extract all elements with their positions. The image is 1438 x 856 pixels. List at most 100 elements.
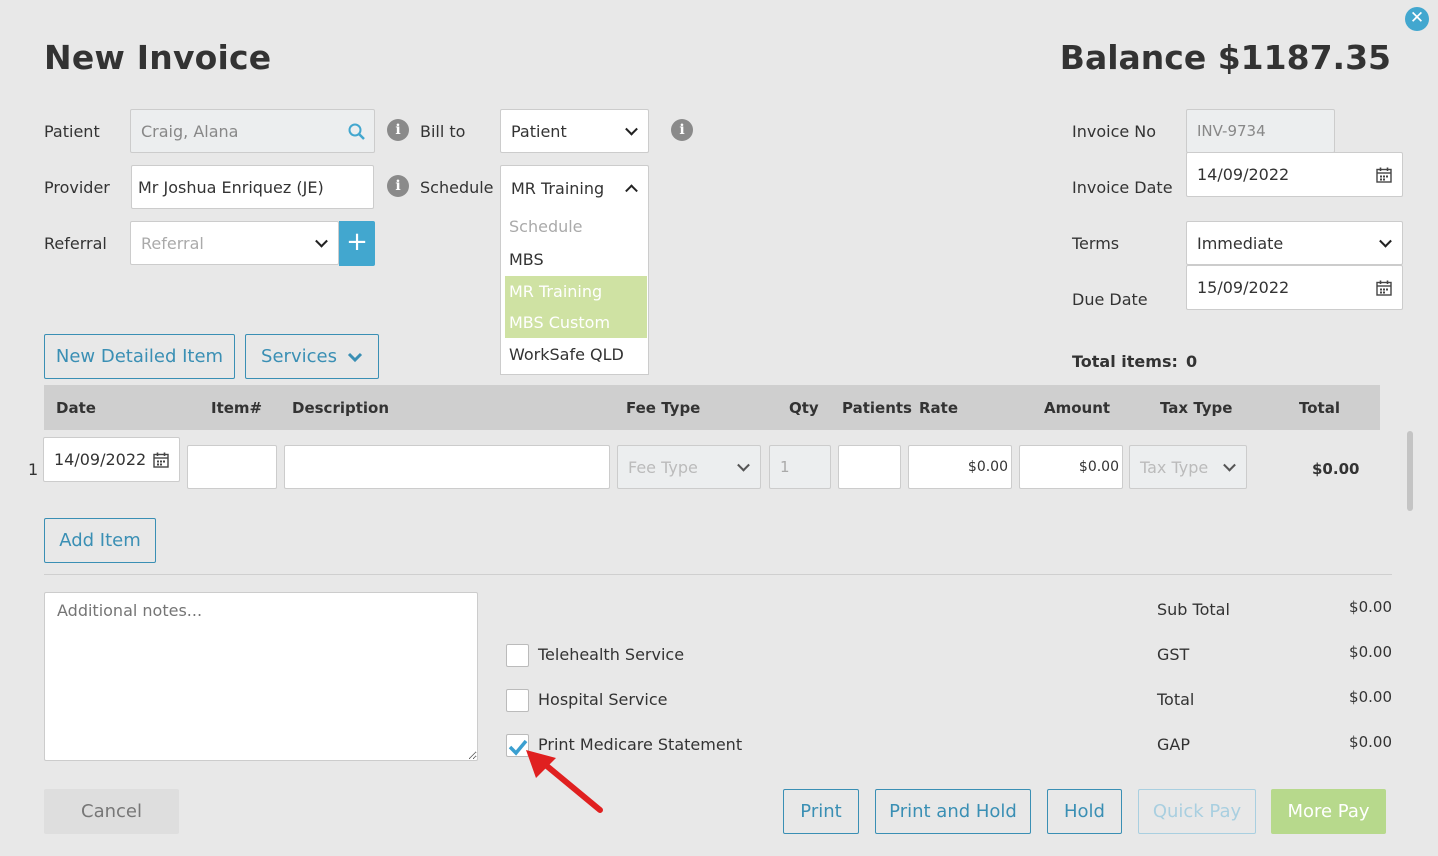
arrow-annotation (526, 750, 603, 813)
new-detailed-item-button[interactable]: New Detailed Item (44, 334, 235, 379)
terms-label: Terms (1072, 234, 1120, 253)
schedule-select[interactable]: MR Training (500, 165, 649, 210)
search-icon[interactable] (348, 123, 366, 141)
gst-value: $0.00 (1349, 643, 1392, 661)
hospital-checkbox[interactable] (506, 689, 529, 712)
chevron-down-icon (1379, 234, 1392, 248)
terms-value: Immediate (1197, 233, 1284, 253)
sub-total-label: Sub Total (1157, 600, 1230, 619)
bill-to-select[interactable]: Patient (500, 109, 649, 153)
due-date-field[interactable]: 15/09/2022 (1186, 265, 1403, 310)
referral-placeholder: Referral (141, 233, 204, 253)
provider-value: Mr Joshua Enriquez (JE) (138, 177, 324, 197)
col-patients: Patients (842, 399, 912, 417)
cancel-button[interactable]: Cancel (44, 789, 179, 834)
total-items-label: Total items: (1072, 352, 1178, 371)
col-fee-type: Fee Type (626, 399, 701, 417)
col-qty: Qty (789, 399, 819, 417)
col-rate: Rate (919, 399, 959, 417)
table-scrollbar[interactable] (1407, 431, 1413, 511)
row-item-input[interactable] (187, 445, 277, 489)
invoice-date-field[interactable]: 14/09/2022 (1186, 152, 1403, 197)
row-description-input[interactable] (284, 445, 610, 489)
schedule-option-mbs[interactable]: MBS (509, 250, 544, 269)
col-amount: Amount (1044, 399, 1111, 417)
services-label: Services (261, 346, 337, 367)
patient-field[interactable]: Craig, Alana (130, 109, 375, 153)
quick-pay-button[interactable]: Quick Pay (1138, 789, 1256, 834)
services-button[interactable]: Services (245, 334, 379, 379)
row-tax-type-value: Tax Type (1140, 457, 1209, 477)
row-tax-type-select: Tax Type (1129, 445, 1247, 489)
schedule-option-worksafe[interactable]: WorkSafe QLD (509, 345, 624, 364)
bill-to-info-icon[interactable]: i (671, 119, 693, 141)
patient-info-icon[interactable]: i (387, 119, 409, 141)
gst-label: GST (1157, 645, 1190, 664)
row-total: $0.00 (1312, 460, 1360, 478)
referral-label: Referral (44, 234, 107, 253)
print-button[interactable]: Print (783, 789, 859, 834)
telehealth-checkbox[interactable] (506, 644, 529, 667)
row-qty-field: 1 (769, 445, 831, 489)
row-date-value: 14/09/2022 (54, 450, 147, 469)
telehealth-label: Telehealth Service (538, 645, 685, 664)
total-label: Total (1157, 690, 1195, 709)
patient-value: Craig, Alana (141, 121, 239, 141)
add-referral-button[interactable]: + (339, 221, 375, 266)
schedule-option-placeholder: Schedule (509, 217, 583, 236)
schedule-option-mr-training[interactable]: MR Training (509, 282, 602, 301)
col-description: Description (292, 399, 390, 417)
schedule-value: MR Training (511, 178, 605, 198)
row-patients-input[interactable] (838, 445, 901, 489)
chevron-down-icon (737, 458, 750, 472)
calendar-icon[interactable] (153, 452, 169, 468)
total-items-value: 0 (1186, 352, 1198, 371)
chevron-down-icon (1223, 458, 1236, 472)
total-value: $0.00 (1349, 688, 1392, 706)
provider-field[interactable]: Mr Joshua Enriquez (JE) (131, 165, 374, 209)
schedule-label: Schedule (420, 178, 494, 197)
row-fee-type-select: Fee Type (617, 445, 761, 489)
calendar-icon[interactable] (1376, 280, 1392, 296)
col-date: Date (56, 399, 96, 417)
provider-label: Provider (44, 178, 110, 197)
page-title: New Invoice (44, 38, 272, 77)
sub-total-value: $0.00 (1349, 598, 1392, 616)
add-item-button[interactable]: Add Item (44, 518, 156, 563)
schedule-option-mbs-custom[interactable]: MBS Custom (509, 313, 610, 332)
due-date-value: 15/09/2022 (1197, 278, 1290, 297)
divider (44, 574, 1392, 575)
invoice-date-label: Invoice Date (1072, 178, 1173, 197)
calendar-icon[interactable] (1376, 167, 1392, 183)
bill-to-label: Bill to (420, 122, 466, 141)
provider-info-icon[interactable]: i (387, 175, 409, 197)
gap-label: GAP (1157, 735, 1190, 754)
close-icon[interactable]: ✕ (1405, 7, 1429, 31)
chevron-down-icon (347, 352, 363, 362)
balance-amount: Balance $1187.35 (1059, 38, 1391, 77)
row-rate-input[interactable]: $0.00 (908, 445, 1012, 489)
chevron-up-icon (625, 184, 638, 198)
print-and-hold-button[interactable]: Print and Hold (875, 789, 1031, 834)
col-tax-type: Tax Type (1160, 399, 1233, 417)
row-date-field[interactable]: 14/09/2022 (43, 437, 180, 482)
row-fee-type-value: Fee Type (628, 457, 698, 477)
schedule-dropdown: Schedule MBS MR Training MBS Custom Work… (500, 209, 649, 375)
referral-select[interactable]: Referral (130, 221, 339, 265)
hold-button[interactable]: Hold (1047, 789, 1122, 834)
invoice-no-value: INV-9734 (1197, 122, 1266, 140)
row-amount-input[interactable]: $0.00 (1019, 445, 1123, 489)
patient-label: Patient (44, 122, 100, 141)
col-total: Total (1299, 399, 1340, 417)
terms-select[interactable]: Immediate (1186, 221, 1403, 265)
notes-textarea[interactable] (44, 592, 478, 761)
col-item: Item# (211, 399, 263, 417)
chevron-down-icon (315, 234, 328, 248)
due-date-label: Due Date (1072, 290, 1148, 309)
gap-value: $0.00 (1349, 733, 1392, 751)
more-pay-button[interactable]: More Pay (1271, 789, 1386, 834)
invoice-no-label: Invoice No (1072, 122, 1157, 141)
bill-to-value: Patient (511, 121, 567, 141)
items-table-header: Date Item# Description Fee Type Qty Pati… (44, 385, 1380, 430)
hospital-label: Hospital Service (538, 690, 668, 709)
